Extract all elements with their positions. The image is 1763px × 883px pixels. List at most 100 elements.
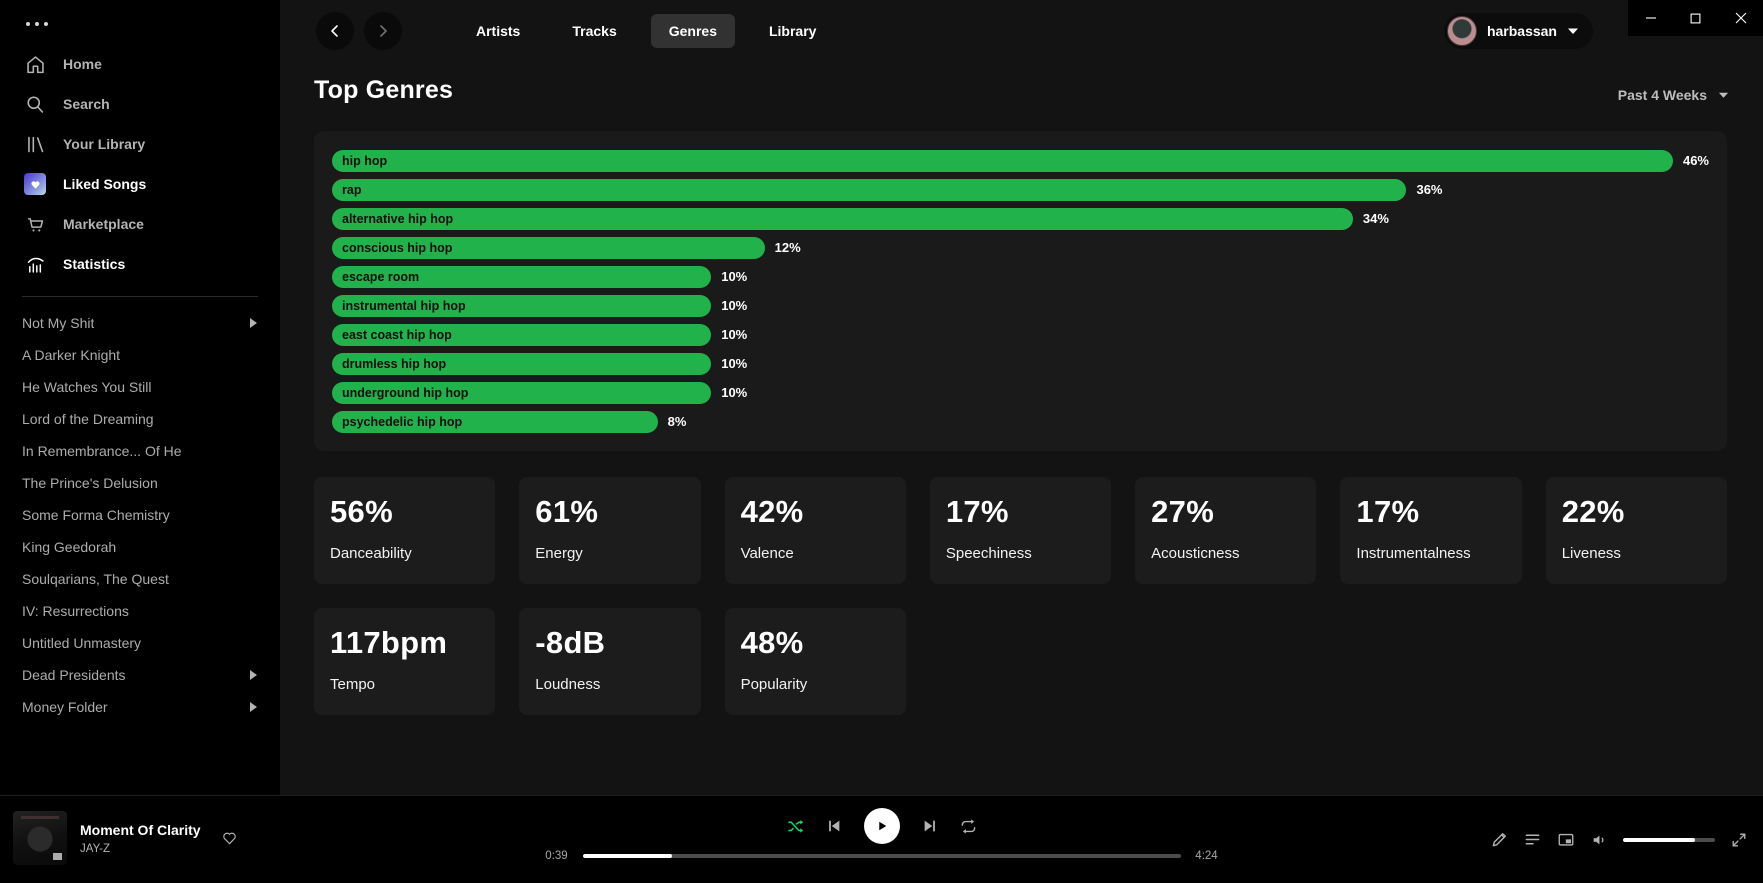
sidebar-item-home[interactable]: Home (0, 44, 280, 84)
fullscreen-button[interactable] (1731, 832, 1747, 848)
volume-button[interactable] (1591, 832, 1607, 848)
sidebar-item-search[interactable]: Search (0, 84, 280, 124)
miniplayer-button[interactable] (1557, 831, 1575, 849)
sidebar-playlist[interactable]: A Darker Knight (0, 339, 280, 371)
app-menu-button[interactable] (0, 0, 280, 44)
sidebar-playlist[interactable]: The Prince's Delusion (0, 467, 280, 499)
album-art[interactable] (13, 811, 67, 865)
genre-bar-label: underground hip hop (332, 386, 468, 400)
sidebar-playlist[interactable]: Soulqarians, The Quest (0, 563, 280, 595)
sidebar-playlist[interactable]: In Remembrance... Of He (0, 435, 280, 467)
stat-label: Liveness (1562, 545, 1715, 562)
genre-bar[interactable]: drumless hip hop (332, 353, 711, 375)
genre-row: instrumental hip hop 10% (332, 291, 1709, 320)
stat-value: 56% (330, 494, 483, 530)
sidebar-playlist[interactable]: IV: Resurrections (0, 595, 280, 627)
genres-bar-chart: hip hop 46% rap 36% alternative hip hop … (314, 131, 1727, 451)
main-content: Artists Tracks Genres Library harbassan … (280, 0, 1763, 795)
stat-card-valence: 42% Valence (725, 477, 906, 584)
sidebar-playlist[interactable]: King Geedorah (0, 531, 280, 563)
caret-down-icon (1567, 27, 1579, 35)
sidebar-item-marketplace[interactable]: Marketplace (0, 204, 280, 244)
next-button[interactable] (922, 818, 938, 834)
like-button[interactable] (221, 830, 238, 846)
time-range-dropdown[interactable]: Past 4 Weeks (1618, 87, 1729, 105)
tab-tracks[interactable]: Tracks (554, 14, 634, 48)
stat-label: Instrumentalness (1356, 545, 1509, 562)
stat-label: Popularity (741, 676, 894, 693)
genre-bar-label: psychedelic hip hop (332, 415, 462, 429)
genre-bar[interactable]: hip hop (332, 150, 1673, 172)
time-range-label: Past 4 Weeks (1618, 87, 1707, 103)
sidebar-item-label: Marketplace (63, 216, 144, 232)
genre-bar[interactable]: underground hip hop (332, 382, 711, 404)
progress-fill (583, 854, 673, 858)
stat-card-tempo: 117bpm Tempo (314, 608, 495, 715)
sidebar-playlist[interactable]: Some Forma Chemistry (0, 499, 280, 531)
stat-label: Valence (741, 545, 894, 562)
back-button[interactable] (316, 12, 354, 50)
genre-bar-value: 10% (721, 327, 747, 342)
shuffle-button[interactable] (787, 818, 804, 835)
duration-time: 4:24 (1192, 850, 1222, 862)
previous-button[interactable] (826, 818, 842, 834)
genre-bar[interactable]: escape room (332, 266, 711, 288)
stat-card-speechiness: 17% Speechiness (930, 477, 1111, 584)
forward-button[interactable] (364, 12, 402, 50)
sidebar-item-statistics[interactable]: Statistics (0, 244, 280, 284)
progress-bar[interactable] (583, 854, 1181, 858)
chevron-right-icon (248, 701, 258, 713)
genre-bar[interactable]: instrumental hip hop (332, 295, 711, 317)
sidebar-playlist[interactable]: He Watches You Still (0, 371, 280, 403)
now-playing-title[interactable]: Moment Of Clarity (80, 822, 201, 838)
user-menu[interactable]: harbassan (1444, 13, 1593, 49)
playlist-label: He Watches You Still (22, 379, 151, 395)
genre-bar[interactable]: psychedelic hip hop (332, 411, 658, 433)
sidebar-item-liked-songs[interactable]: Liked Songs (0, 164, 280, 204)
sidebar-folder-money-folder[interactable]: Money Folder (0, 691, 280, 723)
search-icon (24, 93, 46, 115)
sidebar-item-label: Your Library (63, 136, 145, 152)
genre-bar-label: rap (332, 183, 361, 197)
repeat-button[interactable] (960, 818, 977, 835)
play-button[interactable] (864, 808, 900, 844)
stat-value: 61% (535, 494, 688, 530)
window-controls (1628, 0, 1763, 36)
stats-tabs: Artists Tracks Genres Library (458, 14, 834, 48)
genre-bar[interactable]: alternative hip hop (332, 208, 1353, 230)
statistics-icon (24, 253, 46, 275)
now-playing-artist[interactable]: JAY-Z (80, 843, 201, 855)
tab-genres[interactable]: Genres (651, 14, 735, 48)
tab-artists[interactable]: Artists (458, 14, 538, 48)
stat-value: 42% (741, 494, 894, 530)
sidebar-folder-dead-presidents[interactable]: Dead Presidents (0, 659, 280, 691)
sidebar-divider (22, 296, 258, 297)
tab-library[interactable]: Library (751, 14, 834, 48)
volume-slider[interactable] (1623, 838, 1715, 842)
elapsed-time: 0:39 (542, 850, 572, 862)
sidebar-folder-not-my-shit[interactable]: Not My Shit (0, 307, 280, 339)
stat-label: Danceability (330, 545, 483, 562)
sidebar-item-your-library[interactable]: Your Library (0, 124, 280, 164)
genre-bar[interactable]: rap (332, 179, 1406, 201)
lyrics-button[interactable] (1491, 831, 1508, 848)
playlist-label: Not My Shit (22, 315, 94, 331)
close-button[interactable] (1718, 0, 1763, 36)
minimize-button[interactable] (1628, 0, 1673, 36)
maximize-icon (1690, 13, 1701, 24)
genre-bar-value: 10% (721, 298, 747, 313)
playlist-label: In Remembrance... Of He (22, 443, 182, 459)
maximize-button[interactable] (1673, 0, 1718, 36)
library-icon (24, 133, 46, 155)
play-icon (875, 819, 889, 833)
genre-row: conscious hip hop 12% (332, 233, 1709, 262)
genre-bar[interactable]: east coast hip hop (332, 324, 711, 346)
queue-button[interactable] (1524, 831, 1541, 848)
genre-bar-value: 46% (1683, 153, 1709, 168)
chevron-right-icon (375, 23, 391, 39)
genre-bar[interactable]: conscious hip hop (332, 237, 765, 259)
sidebar-playlist[interactable]: Untitled Unmastery (0, 627, 280, 659)
genre-bar-value: 34% (1363, 211, 1389, 226)
sidebar-playlist[interactable]: Lord of the Dreaming (0, 403, 280, 435)
playlist-label: Money Folder (22, 699, 108, 715)
